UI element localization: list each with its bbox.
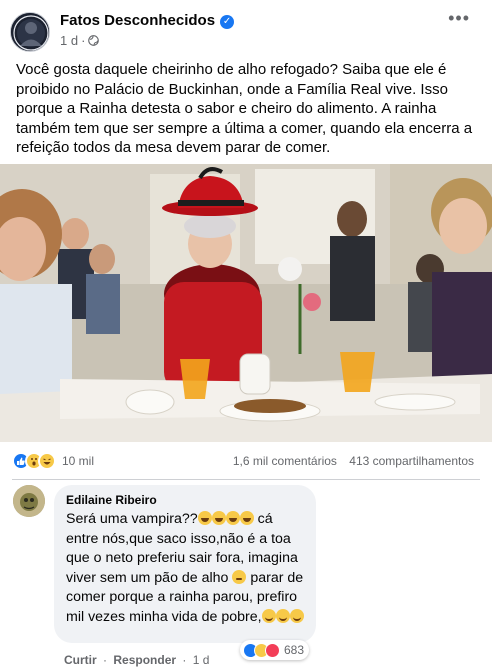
comment-reactions[interactable]: 683 xyxy=(240,640,310,660)
globe-icon[interactable] xyxy=(88,35,100,46)
more-options-icon[interactable]: ••• xyxy=(448,8,470,29)
action-separator: · xyxy=(103,653,108,667)
rofl-emoji-icon xyxy=(197,511,212,525)
post-header: Fatos Desconhecidos ✓ 1 d · ••• xyxy=(0,0,492,60)
laughing-emoji-icon xyxy=(275,608,290,623)
comment-reactions-count: 683 xyxy=(284,643,305,657)
page-avatar[interactable] xyxy=(10,12,50,52)
shares-count[interactable]: 413 compartilhamentos xyxy=(349,454,474,468)
comment-time[interactable]: 1 d xyxy=(193,653,210,667)
rofl-emoji-icon xyxy=(211,511,226,525)
post-text: Você gosta daquele cheirinho de alho ref… xyxy=(16,61,473,156)
comment-bubble: Edilaine Ribeiro Será uma vampira?? cá e… xyxy=(54,485,316,643)
comment-text-part-1: Será uma vampira?? xyxy=(66,511,198,527)
comments-count[interactable]: 1,6 mil comentários xyxy=(233,454,337,468)
action-separator: · xyxy=(182,653,187,667)
rofl-emoji-icon xyxy=(239,511,254,525)
reply-comment-button[interactable]: Responder xyxy=(113,653,176,667)
post-photo[interactable] xyxy=(0,164,492,442)
grimace-emoji-icon xyxy=(232,569,247,584)
commenter-name[interactable]: Edilaine Ribeiro xyxy=(66,493,304,507)
rofl-emoji-icon xyxy=(225,511,240,525)
comment-actions: Curtir · Responder · 1 d xyxy=(64,653,209,667)
reactions-count[interactable]: 10 mil xyxy=(62,454,94,468)
laughing-emoji-icon xyxy=(289,608,304,623)
meta-separator: · xyxy=(81,33,86,48)
comment-text: Será uma vampira?? cá entre nós,que saco… xyxy=(66,510,304,627)
page-name[interactable]: Fatos Desconhecidos ✓ xyxy=(60,12,235,29)
like-comment-button[interactable]: Curtir xyxy=(64,653,97,667)
verified-badge-icon: ✓ xyxy=(220,15,235,29)
haha-icon xyxy=(38,452,56,470)
page-name-label[interactable]: Fatos Desconhecidos xyxy=(60,12,215,29)
post-meta: 1 d · xyxy=(60,33,100,48)
post-stats: 10 mil 1,6 mil comentários 413 compartil… xyxy=(12,442,480,480)
laughing-emoji-icon xyxy=(261,608,276,623)
engagement-counts: 1,6 mil comentários 413 compartilhamento… xyxy=(224,454,474,468)
post-time[interactable]: 1 d xyxy=(60,33,78,48)
commenter-avatar[interactable] xyxy=(13,485,45,517)
reaction-icons[interactable] xyxy=(12,452,56,470)
love-icon xyxy=(265,642,280,658)
